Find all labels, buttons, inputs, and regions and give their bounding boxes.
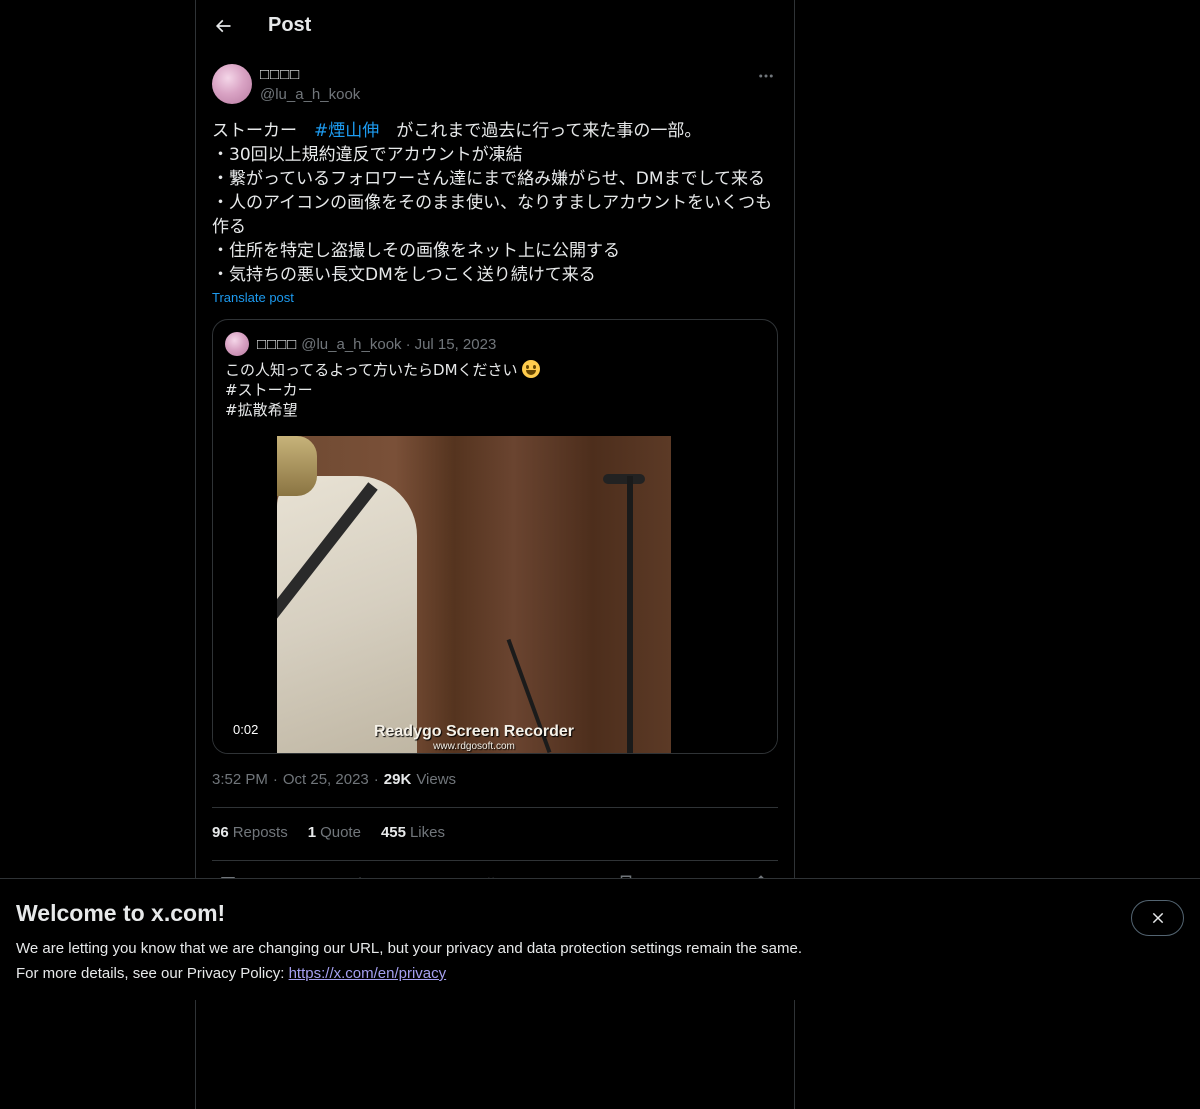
post-text-line: ・30回以上規約違反でアカウントが凍結 [212,145,523,165]
avatar [225,332,249,356]
likes-count: 455 [380,824,406,841]
translate-post-link[interactable]: Translate post [212,290,294,305]
video-duration-badge: 0:02 [225,720,267,739]
banner-title: Welcome to x.com! [16,900,226,926]
quotes-stat[interactable]: 1 Quote [308,824,361,841]
likes-label: Likes [409,824,445,841]
post-text-segment: ストーカー [212,121,314,141]
quoted-author-handle: @lu_a_h_kook [301,335,402,353]
post-text-segment: がこれまで過去に行って来た事の一部。 [379,121,702,141]
close-icon [1152,912,1163,924]
post-text-line: ストーカー #煙山伸 がこれまで過去に行って来た事の一部。 [212,119,778,143]
post-header: Post [196,0,794,54]
video-microphone [603,474,645,484]
back-button[interactable] [206,9,240,43]
post-author: □□□□ @lu_a_h_kook [212,64,778,108]
quotes-label: Quote [320,824,361,841]
banner-body-text: For more details, see our Privacy Policy… [16,965,289,982]
banner-body: We are letting you know that we are chan… [16,936,802,986]
reposts-count: 96 [212,824,229,841]
video-mic-stand [627,476,633,753]
quotes-count: 1 [307,824,317,841]
reposts-stat[interactable]: 96 Reposts [212,824,288,841]
smiley-emoji-icon [522,360,541,378]
separator: · [373,771,379,788]
back-arrow-icon [215,19,231,33]
likes-stat[interactable]: 455 Likes [381,824,445,841]
quoted-text-line: この人知ってるよって方いたらDMください [225,360,765,380]
close-banner-button[interactable] [1131,900,1184,936]
author-display-name[interactable]: □□□□ [260,66,300,83]
post-text: ストーカー #煙山伸 がこれまで過去に行って来た事の一部。 ・30回以上規約違反… [212,119,778,287]
more-icon [759,74,773,78]
post-meta: 3:52 PM · Oct 25, 2023 · 29K Views [212,771,456,788]
quoted-post-text: この人知ってるよって方いたらDMください #ストーカー #拡散希望 [225,360,765,420]
separator: · [405,335,411,353]
video-watermark-title: Readygo Screen Recorder [373,723,575,740]
views-label: Views [416,771,457,788]
video-player[interactable]: Readygo Screen Recorder www.rdgosoft.com… [213,436,777,753]
quoted-post[interactable]: □□□□ @lu_a_h_kook · Jul 15, 2023 この人知ってる… [212,319,778,754]
post-time[interactable]: 3:52 PM [212,771,268,788]
post-text-line: ・気持ちの悪い長文DMをしつこく送り続けて来る [212,265,596,285]
video-figure-head [277,436,317,496]
quoted-author-display-name: □□□□ [257,335,298,353]
quoted-text-line: #拡散希望 [225,401,298,419]
divider [212,860,778,861]
post-text-line: ・繋がっているフォロワーさん達にまで絡み嫌がらせ、DMまでして来る [212,169,766,189]
divider [212,807,778,808]
post-text-line: ・住所を特定し盗撮しその画像をネット上に公開する [212,241,620,261]
post-text-line: ・人のアイコンの画像をそのまま使い、なりすましアカウントをいくつも作る [212,193,773,237]
banner-body-line: We are letting you know that we are chan… [16,940,802,957]
quoted-text-segment: この人知ってるよって方いたらDMください [225,361,518,379]
privacy-policy-link[interactable]: https://x.com/en/privacy [289,965,447,982]
banner-body-line: For more details, see our Privacy Policy… [16,961,802,986]
quoted-post-date: Jul 15, 2023 [414,335,497,353]
page-title: Post [268,14,312,36]
post-date[interactable]: Oct 25, 2023 [283,771,369,788]
reposts-label: Reposts [232,824,288,841]
quoted-post-header: □□□□ @lu_a_h_kook · Jul 15, 2023 [225,332,496,356]
hashtag-link[interactable]: #煙山伸 [314,121,379,141]
quoted-text-line: #ストーカー [225,381,313,399]
avatar[interactable] [212,64,252,104]
more-button[interactable] [754,64,778,88]
video-watermark-url: www.rdgosoft.com [433,741,515,752]
post-stats: 96 Reposts 1 Quote 455 Likes [212,824,445,841]
separator: · [272,771,278,788]
author-handle[interactable]: @lu_a_h_kook [260,86,360,103]
video-thumbnail: Readygo Screen Recorder www.rdgosoft.com [277,436,671,753]
views-count: 29K [383,771,412,788]
url-change-banner: Welcome to x.com! We are letting you kno… [0,878,1200,1000]
